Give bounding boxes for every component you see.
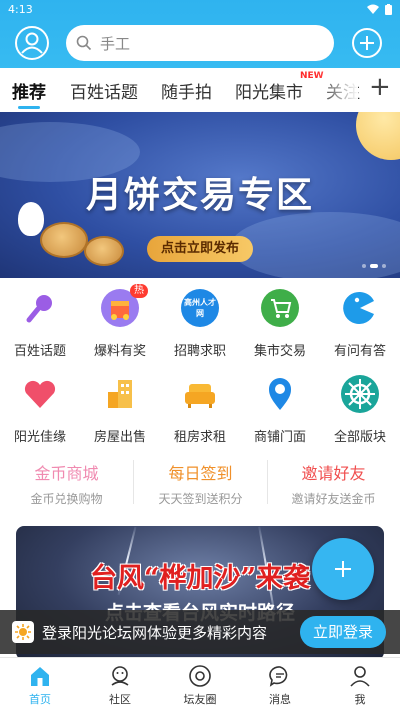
header-row: 手工 (0, 22, 400, 64)
helm-icon (340, 374, 380, 414)
add-post-button[interactable] (352, 28, 382, 58)
mooncake-decoration (84, 236, 124, 266)
search-bar[interactable]: 手工 (66, 25, 334, 61)
nav-label: 坛友圈 (183, 693, 217, 706)
circle-icon (189, 665, 211, 687)
mooncake-decoration (40, 222, 88, 258)
banner-cloud (230, 212, 400, 278)
grid-label: 招聘求职 (173, 344, 226, 359)
user-avatar-button[interactable] (15, 26, 49, 60)
grid-label: 有问有答 (333, 344, 386, 359)
battery-icon (385, 3, 392, 15)
carousel-dot (362, 264, 366, 268)
quicklink-title: 邀请好友 (301, 464, 366, 483)
category-tabs: 推荐 百姓话题 随手拍 阳光集市 NEW 关注 + (0, 68, 400, 112)
grid-label: 房屋出售 (93, 430, 146, 445)
quicklink-title: 每日签到 (168, 464, 233, 483)
quicklink-title: 金币商城 (34, 464, 99, 483)
message-icon (269, 666, 288, 687)
microphone-icon (20, 288, 60, 328)
carousel-dots (362, 264, 386, 268)
invite-friends-link[interactable]: 邀请好友 邀请好友送金币 (267, 452, 400, 512)
nav-home[interactable]: 首页 (0, 658, 80, 711)
sofa-icon (180, 374, 220, 414)
promo-banner[interactable]: 月饼交易专区 点击立即发布 (0, 112, 400, 278)
active-tab-indicator (18, 106, 40, 109)
grid-item-market[interactable]: 集市交易 (240, 282, 320, 359)
home-icon (31, 667, 49, 686)
nav-profile[interactable]: 我 (320, 658, 400, 711)
grid-label: 集市交易 (253, 344, 306, 359)
profile-icon (350, 666, 370, 687)
wifi-icon (367, 4, 379, 14)
grid-label: 百姓话题 (13, 344, 66, 359)
grid-item-dating[interactable]: 阳光佳缘 (0, 368, 80, 445)
nav-community[interactable]: 社区 (80, 658, 160, 711)
bottom-nav: 首页 社区 坛友圈 消息 我 (0, 657, 400, 711)
grid-item-topics[interactable]: 百姓话题 (0, 282, 80, 359)
rabbit-decoration (18, 202, 44, 236)
quick-links: 金币商城 金币兑换购物 每日签到 天天签到送积分 邀请好友 邀请好友送金币 (0, 452, 400, 512)
grid-item-reward[interactable]: 热 爆料有奖 (80, 282, 160, 359)
banner-publish-button[interactable]: 点击立即发布 (147, 236, 253, 262)
forum-logo-icon (12, 621, 34, 643)
login-prompt-bar: 登录阳光论坛网体验更多精彩内容 立即登录 (0, 610, 400, 654)
tab-topics[interactable]: 百姓话题 (70, 78, 138, 103)
grid-label: 商铺门面 (253, 430, 306, 445)
moon-decoration (356, 112, 400, 160)
carousel-dot-active (370, 264, 378, 268)
nav-circle[interactable]: 坛友圈 (160, 658, 240, 711)
tabs-fade (318, 68, 358, 112)
status-icons (367, 3, 392, 15)
coin-mall-link[interactable]: 金币商城 金币兑换购物 (0, 452, 133, 512)
tab-snapshots[interactable]: 随手拍 (161, 78, 212, 103)
floating-post-button[interactable] (312, 538, 374, 600)
cart-icon (260, 288, 300, 328)
status-bar: 4:13 (0, 0, 400, 18)
grid-label: 全部版块 (333, 430, 386, 445)
community-icon (111, 666, 129, 686)
carousel-dot (382, 264, 386, 268)
grid-label: 租房求租 (173, 430, 226, 445)
banner-title: 月饼交易专区 (85, 174, 314, 216)
grid-item-shops[interactable]: 商铺门面 (240, 368, 320, 445)
hot-badge: 热 (130, 284, 148, 298)
job-icon: 高州人才网 (180, 288, 220, 328)
heart-icon (20, 374, 60, 414)
nav-label: 我 (354, 693, 366, 706)
login-prompt-text: 登录阳光论坛网体验更多精彩内容 (42, 624, 268, 642)
tab-recommend[interactable]: 推荐 (12, 78, 46, 103)
category-grid: 百姓话题 热 爆料有奖 高州人才网 招聘求职 集市交易 有问有答 阳光佳缘 房屋… (0, 282, 400, 445)
grid-label: 阳光佳缘 (13, 430, 66, 445)
grid-item-all-boards[interactable]: 全部版块 (320, 368, 400, 445)
qa-icon (340, 288, 380, 328)
nav-label: 首页 (29, 693, 51, 706)
nav-label: 社区 (109, 693, 131, 706)
status-time: 4:13 (8, 2, 33, 16)
quicklink-subtitle: 金币兑换购物 (30, 492, 103, 506)
search-icon (76, 35, 92, 51)
location-icon (260, 374, 300, 414)
grid-item-house-sale[interactable]: 房屋出售 (80, 368, 160, 445)
login-button[interactable]: 立即登录 (300, 616, 386, 648)
building-icon (100, 374, 140, 414)
quicklink-subtitle: 天天签到送积分 (158, 492, 243, 506)
quicklink-subtitle: 邀请好友送金币 (291, 492, 376, 506)
tab-market[interactable]: 阳光集市 (235, 78, 303, 103)
job-icon-text: 高州人才网 (184, 298, 216, 318)
grid-item-jobs[interactable]: 高州人才网 招聘求职 (160, 282, 240, 359)
grid-item-rent[interactable]: 租房求租 (160, 368, 240, 445)
grid-label: 爆料有奖 (93, 344, 146, 359)
daily-checkin-link[interactable]: 每日签到 天天签到送积分 (134, 452, 267, 512)
search-placeholder: 手工 (100, 34, 131, 53)
nav-label: 消息 (269, 693, 291, 706)
grid-item-qa[interactable]: 有问有答 (320, 282, 400, 359)
nav-messages[interactable]: 消息 (240, 658, 320, 711)
user-icon (21, 32, 43, 54)
more-tabs-button[interactable]: + (369, 72, 391, 102)
